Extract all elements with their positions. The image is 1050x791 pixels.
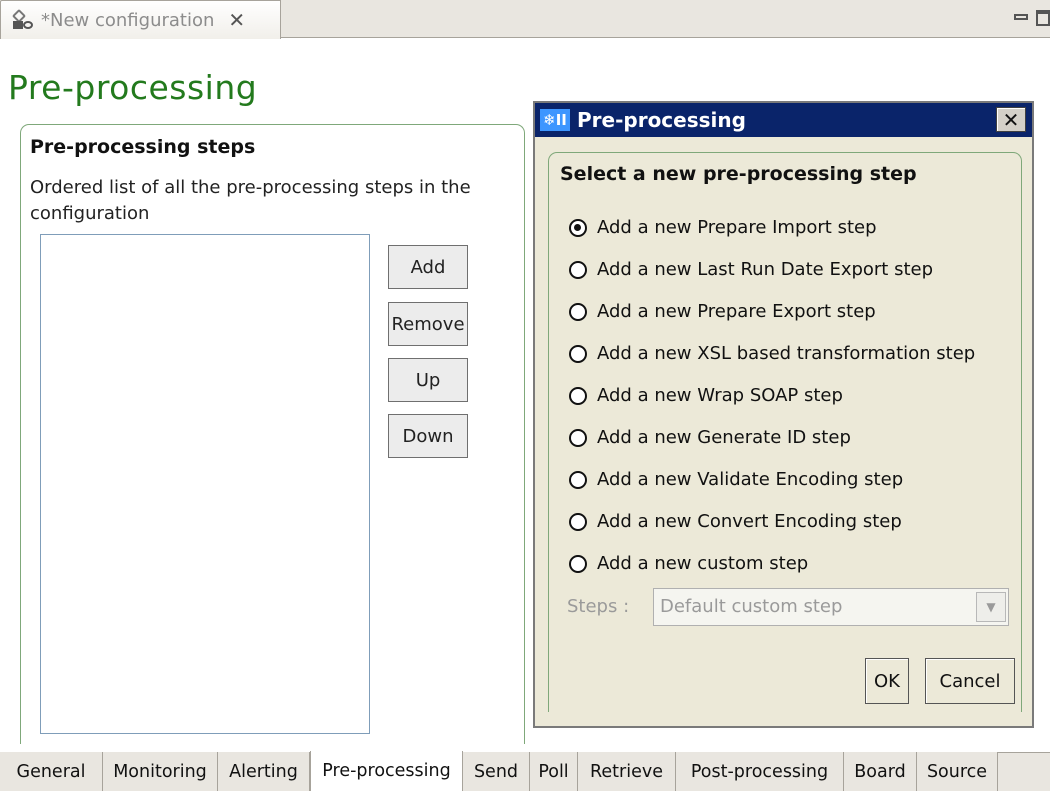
steps-label: Steps : xyxy=(567,596,630,617)
steps-section-description: Ordered list of all the pre-processing s… xyxy=(30,177,471,224)
radio-icon[interactable] xyxy=(569,554,587,573)
tab-poll[interactable]: Poll xyxy=(530,752,578,791)
radio-label: Add a new XSL based transformation step xyxy=(597,343,976,364)
radio-label: Add a new Last Run Date Export step xyxy=(597,259,934,280)
radio-checked-icon[interactable] xyxy=(569,218,587,237)
radio-icon[interactable] xyxy=(569,386,587,405)
steps-select-value: Default custom step xyxy=(660,596,843,617)
close-icon[interactable]: ✕ xyxy=(228,8,245,32)
radio-label: Add a new Prepare Export step xyxy=(597,301,876,322)
tab-send[interactable]: Send xyxy=(463,752,530,791)
editor-tab[interactable]: *New configuration ✕ xyxy=(0,0,281,39)
dialog-close-button[interactable]: ✕ xyxy=(996,107,1026,132)
tab-board[interactable]: Board xyxy=(844,752,917,791)
radio-icon[interactable] xyxy=(569,512,587,531)
radio-last-run-date-export[interactable]: Add a new Last Run Date Export step xyxy=(569,259,933,280)
radio-label: Add a new Convert Encoding step xyxy=(597,511,902,532)
radio-label: Add a new Wrap SOAP step xyxy=(597,385,843,406)
maximize-icon[interactable] xyxy=(1036,10,1050,26)
radio-label: Add a new custom step xyxy=(597,553,809,574)
steps-select[interactable]: Default custom step ▼ xyxy=(653,588,1009,626)
dialog-titlebar[interactable]: ❄II Pre-processing ✕ xyxy=(535,103,1032,137)
radio-icon[interactable] xyxy=(569,344,587,363)
add-button[interactable]: Add xyxy=(388,245,468,289)
radio-icon[interactable] xyxy=(569,302,587,321)
radio-wrap-soap[interactable]: Add a new Wrap SOAP step xyxy=(569,385,843,406)
radio-icon[interactable] xyxy=(569,260,587,279)
steps-section-title: Pre-processing steps xyxy=(30,136,256,158)
radio-label: Add a new Prepare Import step xyxy=(597,217,877,238)
radio-xsl-transformation[interactable]: Add a new XSL based transformation step xyxy=(569,343,975,364)
radio-convert-encoding[interactable]: Add a new Convert Encoding step xyxy=(569,511,902,532)
radio-label: Add a new Generate ID step xyxy=(597,427,851,448)
radio-prepare-import[interactable]: Add a new Prepare Import step xyxy=(569,217,877,238)
radio-validate-encoding[interactable]: Add a new Validate Encoding step xyxy=(569,469,903,490)
tab-post-processing[interactable]: Post-processing xyxy=(676,752,844,791)
pre-processing-dialog: ❄II Pre-processing ✕ Select a new pre-pr… xyxy=(533,101,1034,728)
minimize-icon[interactable] xyxy=(1014,14,1028,20)
down-button[interactable]: Down xyxy=(388,414,468,458)
dialog-app-icon: ❄II xyxy=(540,109,570,131)
tab-source[interactable]: Source xyxy=(917,752,998,791)
cancel-button[interactable]: Cancel xyxy=(925,658,1015,704)
up-button[interactable]: Up xyxy=(388,358,468,402)
tab-pre-processing[interactable]: Pre-processing xyxy=(310,751,463,791)
tab-retrieve[interactable]: Retrieve xyxy=(578,752,676,791)
tab-monitoring[interactable]: Monitoring xyxy=(103,752,218,791)
tab-alerting[interactable]: Alerting xyxy=(218,752,310,791)
configuration-icon xyxy=(11,8,33,30)
page-title: Pre-processing xyxy=(8,68,258,107)
radio-icon[interactable] xyxy=(569,428,587,447)
radio-prepare-export[interactable]: Add a new Prepare Export step xyxy=(569,301,876,322)
ok-button[interactable]: OK xyxy=(865,658,909,704)
dialog-title: Pre-processing xyxy=(577,108,746,132)
tab-general[interactable]: General xyxy=(0,752,103,791)
chevron-down-icon[interactable]: ▼ xyxy=(976,592,1006,622)
step-type-group-title: Select a new pre-processing step xyxy=(560,163,917,185)
remove-button[interactable]: Remove xyxy=(388,302,468,346)
radio-custom-step[interactable]: Add a new custom step xyxy=(569,553,808,574)
radio-label: Add a new Validate Encoding step xyxy=(597,469,904,490)
steps-list[interactable] xyxy=(40,234,370,734)
editor-tab-title: *New configuration xyxy=(41,9,215,31)
radio-generate-id[interactable]: Add a new Generate ID step xyxy=(569,427,851,448)
radio-icon[interactable] xyxy=(569,470,587,489)
